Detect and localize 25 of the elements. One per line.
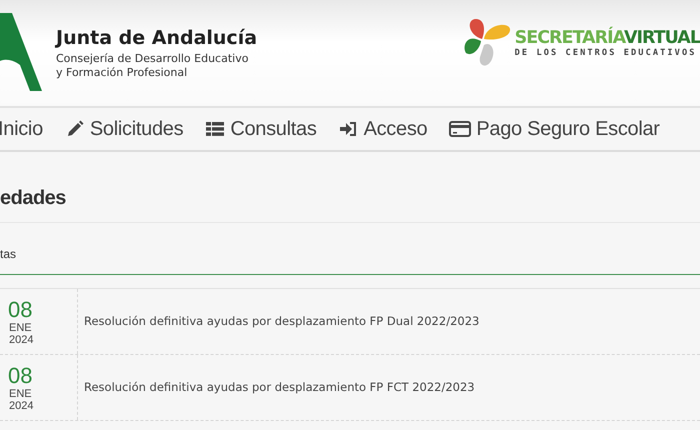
date-year: 2024	[9, 334, 34, 346]
brand-tagline: DE LOS CENTROS EDUCATIVOS	[514, 48, 698, 58]
nav-link[interactable]: Pago Seguro Escolar	[449, 118, 660, 140]
news-title[interactable]: Resolución definitiva ayudas por desplazamiento FP FCT 2022/2023	[78, 355, 475, 420]
date-year: 2024	[9, 400, 34, 412]
news-title[interactable]: Resolución definitiva ayudas por desplazamiento FP Dual 2022/2023	[78, 289, 480, 354]
org-subtitle: Consejería de Desarrollo Educativo	[56, 52, 250, 66]
credit-card-icon	[449, 119, 472, 139]
org-subtitle: y Formación Profesional	[56, 66, 188, 80]
brand-name: SECRETARÍA	[514, 28, 624, 48]
date-month: ENE	[9, 388, 32, 400]
org-title: Junta de Andalucía	[56, 26, 258, 48]
date-day: 08	[8, 298, 32, 322]
section-title: edades	[0, 152, 700, 223]
brand-name: VIRTUAL	[624, 28, 700, 48]
nav-link[interactable]: Consultas	[205, 118, 317, 140]
logo-icon	[0, 13, 42, 93]
sign-in-icon	[338, 119, 359, 139]
date-day: 08	[8, 364, 32, 388]
list-icon	[205, 119, 226, 139]
nav-link[interactable]: Inicio	[0, 118, 43, 140]
nav-link[interactable]: Acceso	[338, 118, 428, 140]
tab-label[interactable]: tas	[0, 223, 16, 274]
nav-link[interactable]: Solicitudes	[64, 118, 184, 140]
date-month: ENE	[9, 322, 32, 334]
